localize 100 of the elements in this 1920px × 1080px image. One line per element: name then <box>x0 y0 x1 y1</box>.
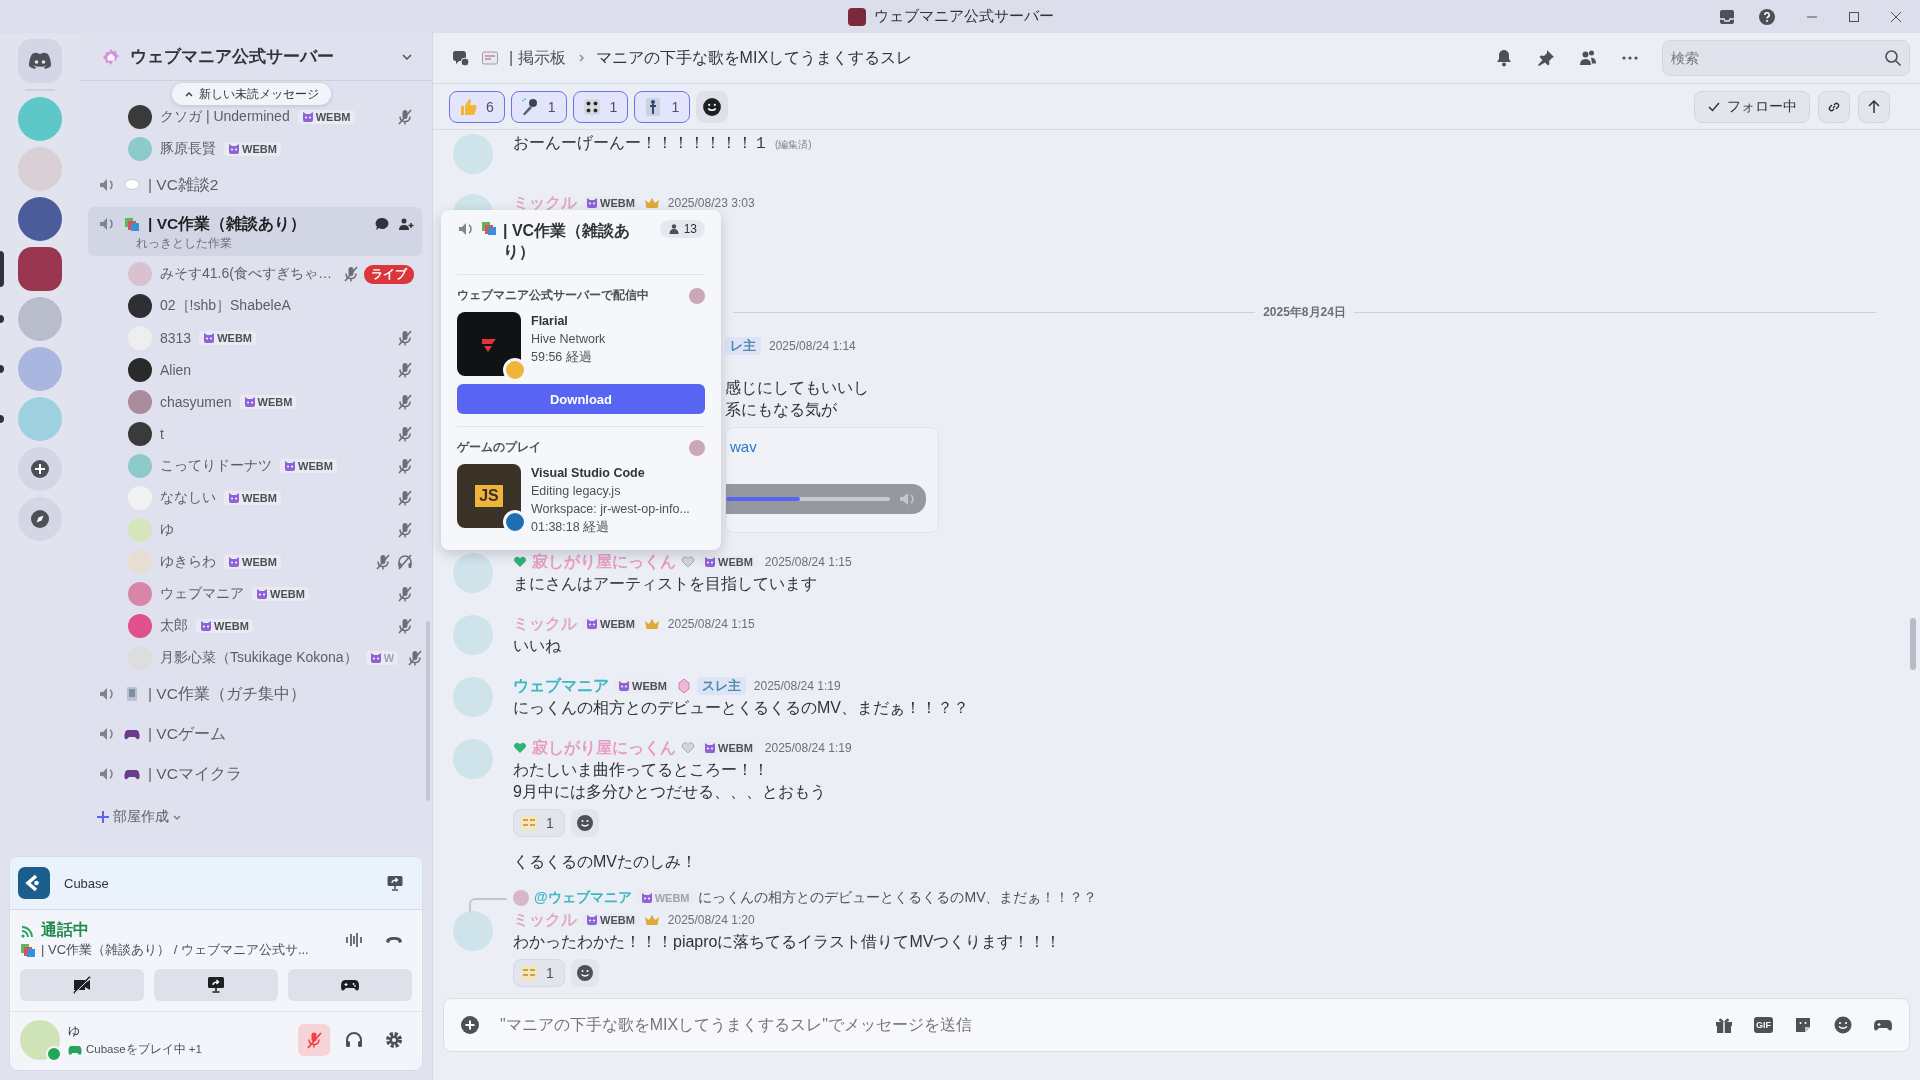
voice-member[interactable]: こってりドーナツ WEBM <box>88 450 422 482</box>
reaction-button[interactable]: 1 <box>513 809 565 837</box>
voice-channel[interactable]: | VCゲーム <box>88 716 422 752</box>
settings-icon <box>384 1030 404 1050</box>
server-icon[interactable] <box>18 247 62 291</box>
reaction-button[interactable]: 1 <box>510 90 567 123</box>
file-link[interactable]: wav <box>730 438 926 455</box>
follow-button[interactable]: フォロー中 <box>1694 90 1810 123</box>
voice-member[interactable]: 8313 WEBM <box>88 322 422 354</box>
reaction-button[interactable]: 1 <box>513 959 565 987</box>
activity-detail: 59:56 経過 <box>531 349 593 366</box>
activity-detail: Hive Network <box>531 331 606 348</box>
timestamp: 2025/08/24 1:15 <box>667 617 755 631</box>
voice-member[interactable]: t <box>88 418 422 450</box>
user-avatar[interactable] <box>20 1020 60 1060</box>
inbox-icon[interactable] <box>1718 7 1736 26</box>
add-server-button[interactable] <box>18 447 62 491</box>
server-header[interactable]: ウェブマニア公式サーバー <box>80 33 432 81</box>
voice-member[interactable]: 豚原長賢 WEBM <box>88 133 422 165</box>
search-field[interactable]: 検索 <box>1662 40 1910 76</box>
app-name: Flarial <box>531 313 569 330</box>
voice-channel[interactable]: | VC作業（雑談あり） れっきとした作業 <box>88 207 422 256</box>
smiley-icon <box>702 96 723 117</box>
voice-member[interactable]: 太郎 WEBM <box>88 610 422 642</box>
message-input[interactable]: "マニアの下手な歌をMIXしてうまくするスレ"でメッセージを送信 GIF <box>443 998 1910 1052</box>
voice-channel[interactable]: | VCマイクラ <box>88 756 422 792</box>
edited-label: (編集済) <box>775 139 812 150</box>
plus-icon[interactable] <box>460 1015 480 1035</box>
section-title: ウェブマニア公式サーバーで配信中 <box>457 287 649 304</box>
speech-bubble-icon <box>124 177 140 193</box>
tag-text: WEBM <box>315 111 351 123</box>
help-icon[interactable] <box>1758 7 1776 26</box>
cat-icon <box>369 652 382 664</box>
add-reaction-button[interactable] <box>570 809 599 837</box>
message-text: 感じにしてもいいし <box>725 378 870 398</box>
add-reaction-button[interactable] <box>570 959 599 987</box>
audio-progress-track[interactable] <box>726 497 890 501</box>
scrollbar-thumb[interactable] <box>1910 618 1916 670</box>
server-name: ウェブマニア公式サーバー <box>130 46 335 68</box>
sticker-icon[interactable] <box>1793 1015 1813 1035</box>
add-member-icon[interactable] <box>398 216 414 232</box>
add-reaction-button[interactable] <box>696 90 729 123</box>
building-icon <box>124 686 140 702</box>
explore-button[interactable] <box>18 497 62 541</box>
screen-share-button[interactable] <box>154 969 278 1001</box>
channel-name: | VC雑談2 <box>148 174 219 195</box>
close-icon[interactable] <box>1890 10 1902 23</box>
app-logo[interactable] <box>18 39 62 83</box>
reaction-button[interactable]: 6 <box>449 90 505 123</box>
new-messages-pill[interactable]: 新しい未読メッセージ <box>172 83 331 105</box>
user-avatar <box>128 294 152 318</box>
emoji-icon[interactable] <box>1833 1015 1853 1035</box>
voice-member[interactable]: ななしい WEBM <box>88 482 422 514</box>
cat-icon <box>228 492 240 504</box>
gift-icon[interactable] <box>1714 1015 1734 1035</box>
server-icon[interactable] <box>18 197 62 241</box>
activity-button[interactable] <box>288 969 412 1001</box>
smiley-icon <box>575 964 594 982</box>
user-avatar <box>128 518 152 542</box>
reaction-button[interactable]: 1 <box>634 90 691 123</box>
voice-member[interactable]: ゆきらわ WEBM <box>88 546 422 578</box>
voice-channel[interactable]: | VC作業（ガチ集中） <box>88 676 422 712</box>
member-name: ウェブマニア <box>160 585 244 603</box>
voice-member[interactable]: みそす41.6(食べすぎちゃ… ライブ <box>88 258 422 290</box>
gif-button[interactable]: GIF <box>1754 1017 1773 1033</box>
download-button[interactable]: Download <box>457 384 705 414</box>
app-icon <box>18 867 50 899</box>
voice-location[interactable]: | VC作業（雑談あり） / ウェブマニア公式サ... <box>41 941 309 959</box>
copy-link-button[interactable] <box>1818 90 1850 123</box>
arrow-up-icon <box>1866 98 1882 115</box>
pin-icon[interactable] <box>1536 48 1556 68</box>
voice-member[interactable]: 月影心菜（Tsukikage Kokona） W <box>88 642 422 674</box>
voice-member[interactable]: ウェブマニア WEBM <box>88 578 422 610</box>
voice-member[interactable]: ゆ <box>88 514 422 546</box>
voice-member[interactable]: 02［!shb］ShabeleA <box>88 290 422 322</box>
voice-channel[interactable]: | VC雑談2 <box>88 167 422 203</box>
create-room-button[interactable]: 部屋作成 <box>88 804 190 830</box>
tag-text: WEBM <box>257 396 293 408</box>
chat-icon[interactable] <box>374 216 390 232</box>
camera-button[interactable] <box>20 969 144 1001</box>
user-avatar <box>689 439 705 456</box>
parent-channel-link[interactable]: | 掲示板 <box>509 47 566 69</box>
user-activity: Cubaseをプレイ中 +1 <box>86 1042 202 1057</box>
jump-to-top-button[interactable] <box>1858 90 1890 123</box>
screen-share-icon[interactable] <box>386 874 404 892</box>
members-icon[interactable] <box>1578 48 1598 68</box>
member-name: ゆ <box>160 521 174 539</box>
reaction-button[interactable]: 1 <box>572 90 629 123</box>
compass-icon <box>30 509 50 529</box>
voice-status: 通話中 <box>41 920 89 940</box>
voice-member[interactable]: chasyumen WEBM <box>88 386 422 418</box>
role-badge: スレ主 <box>696 677 746 695</box>
mute-button[interactable] <box>298 1024 330 1056</box>
message-text: わかったわかた！！！piaproに落ちてるイラスト借りてMVつくります！！！ <box>513 932 1062 952</box>
reply-preview[interactable]: にっくんの相方とのデビューとくるくるのMV、まだぁ！！？？ <box>698 889 1098 907</box>
member-name: t <box>160 426 164 442</box>
maximize-icon[interactable] <box>1848 10 1860 23</box>
voice-member[interactable]: Alien <box>88 354 422 386</box>
bell-icon[interactable] <box>1494 48 1514 68</box>
activity-name: Cubase <box>64 875 110 891</box>
